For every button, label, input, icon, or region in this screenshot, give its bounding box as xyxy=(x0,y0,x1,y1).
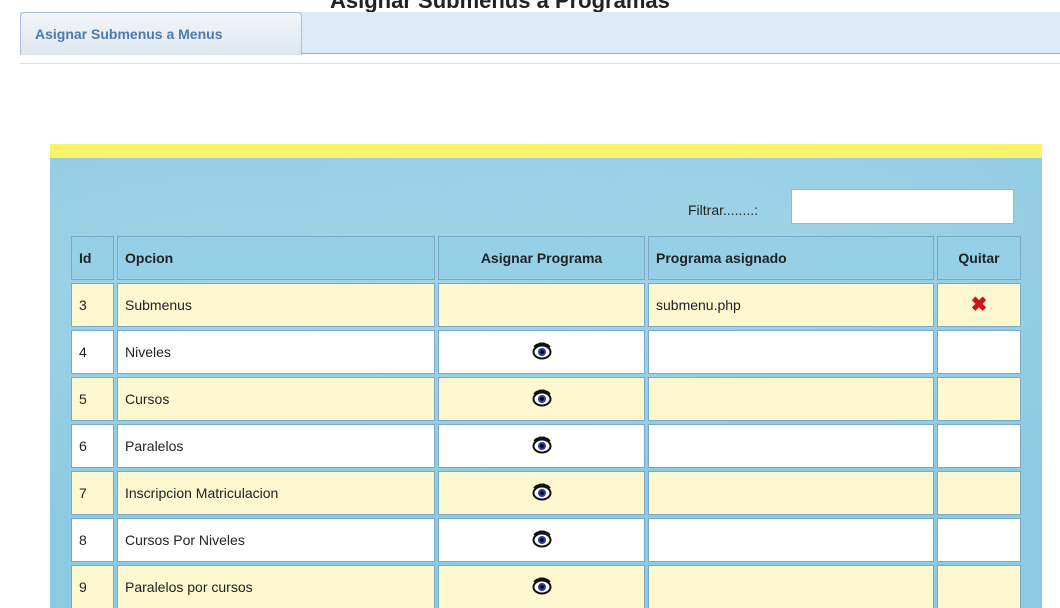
submenu-table: Id Opcion Asignar Programa Programa asig… xyxy=(68,233,1024,608)
cell-programa-asignado xyxy=(648,471,934,515)
divider xyxy=(20,63,1060,64)
assignment-panel: Filtrar........: Id Opcion Asignar Progr… xyxy=(50,144,1042,608)
cell-opcion: Niveles xyxy=(117,330,435,374)
cell-quitar xyxy=(937,424,1021,468)
table-row: 5 Cursos xyxy=(71,377,1021,421)
column-header-asignar-programa: Asignar Programa xyxy=(438,236,645,280)
cell-quitar xyxy=(937,471,1021,515)
cell-opcion: Cursos Por Niveles xyxy=(117,518,435,562)
table-row: 9 Paralelos por cursos xyxy=(71,565,1021,608)
cell-programa-asignado xyxy=(648,424,934,468)
eye-icon[interactable] xyxy=(532,576,552,599)
tab-strip: Asignar Submenus a Menus xyxy=(20,12,1060,55)
cell-asignar-programa xyxy=(438,518,645,562)
cell-opcion: Paralelos xyxy=(117,424,435,468)
panel-header-bar xyxy=(50,144,1042,158)
filter-label: Filtrar........: xyxy=(688,202,759,218)
eye-icon[interactable] xyxy=(532,388,552,411)
eye-icon[interactable] xyxy=(532,341,552,364)
cell-programa-asignado: submenu.php xyxy=(648,283,934,327)
filter-input[interactable] xyxy=(791,189,1014,224)
cell-programa-asignado xyxy=(648,330,934,374)
table-row: 7 Inscripcion Matriculacion xyxy=(71,471,1021,515)
cell-opcion: Submenus xyxy=(117,283,435,327)
eye-icon[interactable] xyxy=(532,435,552,458)
cell-asignar-programa xyxy=(438,377,645,421)
cell-quitar xyxy=(937,330,1021,374)
cell-id: 5 xyxy=(71,377,114,421)
table-row: 8 Cursos Por Niveles xyxy=(71,518,1021,562)
column-header-quitar: Quitar xyxy=(937,236,1021,280)
tab-asignar-submenus[interactable]: Asignar Submenus a Menus xyxy=(20,12,302,55)
cell-quitar xyxy=(937,377,1021,421)
cell-opcion: Paralelos por cursos xyxy=(117,565,435,608)
cell-id: 6 xyxy=(71,424,114,468)
table-row: 3 Submenus submenu.php ✖ xyxy=(71,283,1021,327)
cell-opcion: Cursos xyxy=(117,377,435,421)
table-row: 6 Paralelos xyxy=(71,424,1021,468)
cell-asignar-programa xyxy=(438,283,645,327)
cell-opcion: Inscripcion Matriculacion xyxy=(117,471,435,515)
table-header-row: Id Opcion Asignar Programa Programa asig… xyxy=(71,236,1021,280)
column-header-programa-asignado: Programa asignado xyxy=(648,236,934,280)
cell-id: 4 xyxy=(71,330,114,374)
column-header-opcion: Opcion xyxy=(117,236,435,280)
cell-asignar-programa xyxy=(438,471,645,515)
column-header-id: Id xyxy=(71,236,114,280)
cell-asignar-programa xyxy=(438,424,645,468)
cell-quitar xyxy=(937,518,1021,562)
cell-id: 7 xyxy=(71,471,114,515)
table-body: 3 Submenus submenu.php ✖ 4 Niveles 5 Cursos 6 Par… xyxy=(71,283,1021,608)
eye-icon[interactable] xyxy=(532,482,552,505)
cell-programa-asignado xyxy=(648,518,934,562)
cell-id: 8 xyxy=(71,518,114,562)
cell-quitar xyxy=(937,565,1021,608)
cell-programa-asignado xyxy=(648,565,934,608)
cell-programa-asignado xyxy=(648,377,934,421)
eye-icon[interactable] xyxy=(532,529,552,552)
close-icon[interactable]: ✖ xyxy=(971,295,988,315)
table-row: 4 Niveles xyxy=(71,330,1021,374)
cell-id: 9 xyxy=(71,565,114,608)
cell-asignar-programa xyxy=(438,565,645,608)
cell-quitar: ✖ xyxy=(937,283,1021,327)
cell-asignar-programa xyxy=(438,330,645,374)
cell-id: 3 xyxy=(71,283,114,327)
